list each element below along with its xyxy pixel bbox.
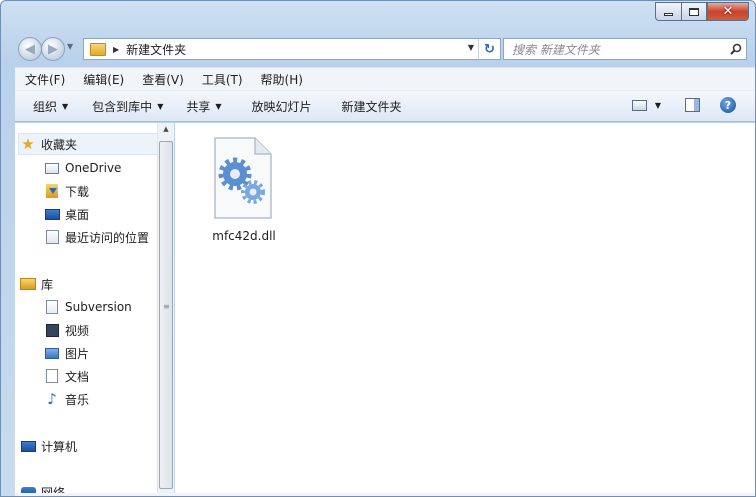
sidebar-item-label: OneDrive — [65, 161, 122, 175]
recent-pages-dropdown[interactable]: ▼ — [67, 42, 73, 51]
picture-icon — [44, 346, 60, 360]
status-strip — [15, 493, 755, 496]
sidebar-item-documents[interactable]: 文档 — [44, 365, 89, 387]
sidebar-item-onedrive[interactable]: OneDrive — [44, 157, 121, 179]
file-item[interactable]: mfc42d.dll — [199, 131, 289, 253]
desktop-icon — [44, 207, 60, 221]
new-folder-button[interactable]: 新建文件夹 — [342, 98, 402, 115]
star-icon: ★ — [21, 134, 35, 153]
folder-icon — [90, 42, 106, 56]
navigation-pane: ★ 收藏夹 OneDrive 下载 桌面 最近访问的位置 库 Subversio… — [15, 123, 174, 496]
search-box[interactable]: 搜索 新建文件夹 — [503, 38, 747, 60]
sidebar-item-desktop[interactable]: 桌面 — [44, 203, 89, 225]
view-tools: ▼ ? — [631, 97, 736, 113]
close-button[interactable]: ✕ — [707, 2, 749, 21]
maximize-icon — [689, 7, 699, 16]
libraries-label: 库 — [41, 277, 54, 292]
sidebar-item-label: 最近访问的位置 — [65, 230, 150, 245]
dll-file-icon — [209, 136, 275, 222]
menu-file[interactable]: 文件(F) — [15, 71, 73, 88]
computer-icon — [20, 439, 36, 453]
organize-button[interactable]: 组织 ▼ — [33, 98, 68, 115]
sidebar-item-videos[interactable]: 视频 — [44, 319, 89, 341]
grip-icon: ≡ — [163, 302, 170, 311]
computer-item[interactable]: 计算机 — [20, 435, 77, 457]
libraries-item[interactable]: 库 — [20, 273, 53, 295]
favorites-item[interactable]: ★ 收藏夹 — [18, 133, 158, 155]
onedrive-icon — [44, 161, 60, 175]
sidebar-item-label: 文档 — [65, 369, 90, 384]
explorer-window: ✕ ◀ ▶ ▼ ▶ 新建文件夹 ▼ ↻ 搜索 新建文件夹 文件(F) 编辑(E)… — [0, 0, 756, 497]
minimize-button[interactable] — [655, 2, 681, 21]
include-in-library-label: 包含到库中 — [92, 99, 153, 114]
breadcrumb-current-folder[interactable]: 新建文件夹 — [126, 41, 186, 58]
sidebar-item-pictures[interactable]: 图片 — [44, 342, 89, 364]
change-view-icon[interactable] — [631, 99, 647, 111]
slideshow-button[interactable]: 放映幻灯片 — [252, 98, 312, 115]
refresh-button[interactable]: ↻ — [478, 39, 500, 59]
organize-label: 组织 — [33, 99, 58, 114]
breadcrumb-arrow-icon[interactable]: ▶ — [113, 45, 119, 54]
scroll-up-icon[interactable]: ▲ — [158, 125, 174, 139]
menu-view[interactable]: 查看(V) — [132, 71, 192, 88]
sidebar-item-subversion[interactable]: Subversion — [44, 296, 132, 318]
menu-tools[interactable]: 工具(T) — [192, 71, 251, 88]
sidebar-item-label: 音乐 — [65, 392, 90, 407]
maximize-button[interactable] — [681, 2, 707, 21]
sidebar-item-label: 视频 — [65, 323, 90, 338]
forward-arrow-icon: ▶ — [48, 41, 58, 57]
sidebar-item-label: 桌面 — [65, 207, 90, 222]
address-bar[interactable]: ▶ 新建文件夹 ▼ ↻ — [83, 38, 501, 60]
menu-help[interactable]: 帮助(H) — [251, 71, 311, 88]
chevron-down-icon: ▼ — [62, 101, 69, 111]
file-list-area[interactable]: mfc42d.dll — [175, 123, 755, 496]
close-icon: ✕ — [722, 4, 734, 19]
view-options-dropdown[interactable]: ▼ — [655, 101, 661, 110]
document-icon — [44, 369, 60, 383]
sidebar-item-label: 下载 — [65, 184, 90, 199]
preview-pane-icon[interactable] — [685, 98, 700, 112]
navigation-scrollbar[interactable]: ▲ ≡ — [157, 123, 174, 496]
share-button[interactable]: 共享 ▼ — [186, 98, 221, 115]
back-arrow-icon: ◀ — [25, 41, 35, 57]
computer-label: 计算机 — [41, 439, 78, 454]
music-icon: ♪ — [47, 389, 57, 408]
caption-buttons: ✕ — [655, 2, 749, 21]
sidebar-item-recent-places[interactable]: 最近访问的位置 — [44, 226, 149, 248]
sidebar-item-label: Subversion — [65, 300, 132, 314]
chevron-down-icon: ▼ — [215, 101, 222, 111]
minimize-icon — [664, 13, 673, 16]
chevron-down-icon: ▼ — [157, 101, 164, 111]
recent-places-icon — [44, 230, 60, 244]
refresh-icon: ↻ — [484, 41, 495, 57]
command-bar: 组织 ▼ 包含到库中 ▼ 共享 ▼ 放映幻灯片 新建文件夹 ▼ ? — [15, 90, 755, 122]
sidebar-item-label: 图片 — [65, 346, 90, 361]
subversion-icon — [44, 300, 60, 314]
menu-bar: 文件(F) 编辑(E) 查看(V) 工具(T) 帮助(H) — [15, 67, 755, 90]
favorites-label: 收藏夹 — [41, 137, 78, 152]
slideshow-label: 放映幻灯片 — [251, 99, 312, 114]
address-dropdown[interactable]: ▼ — [468, 43, 474, 52]
search-icon[interactable] — [726, 43, 746, 55]
menu-edit[interactable]: 编辑(E) — [73, 71, 132, 88]
include-in-library-button[interactable]: 包含到库中 ▼ — [92, 98, 163, 115]
back-button[interactable]: ◀ — [18, 37, 42, 61]
sidebar-item-music[interactable]: ♪ 音乐 — [44, 388, 89, 410]
downloads-icon — [44, 184, 60, 198]
forward-button[interactable]: ▶ — [41, 37, 65, 61]
share-label: 共享 — [186, 99, 211, 114]
video-icon — [44, 323, 60, 337]
new-folder-label: 新建文件夹 — [341, 99, 402, 114]
search-input[interactable]: 搜索 新建文件夹 — [512, 41, 726, 58]
scrollbar-thumb[interactable]: ≡ — [159, 141, 173, 489]
library-icon — [20, 277, 36, 291]
sidebar-item-downloads[interactable]: 下载 — [44, 180, 89, 202]
navigation-row: ◀ ▶ ▼ ▶ 新建文件夹 ▼ ↻ 搜索 新建文件夹 — [1, 35, 755, 63]
help-icon[interactable]: ? — [720, 97, 736, 113]
file-name: mfc42d.dll — [212, 229, 276, 243]
